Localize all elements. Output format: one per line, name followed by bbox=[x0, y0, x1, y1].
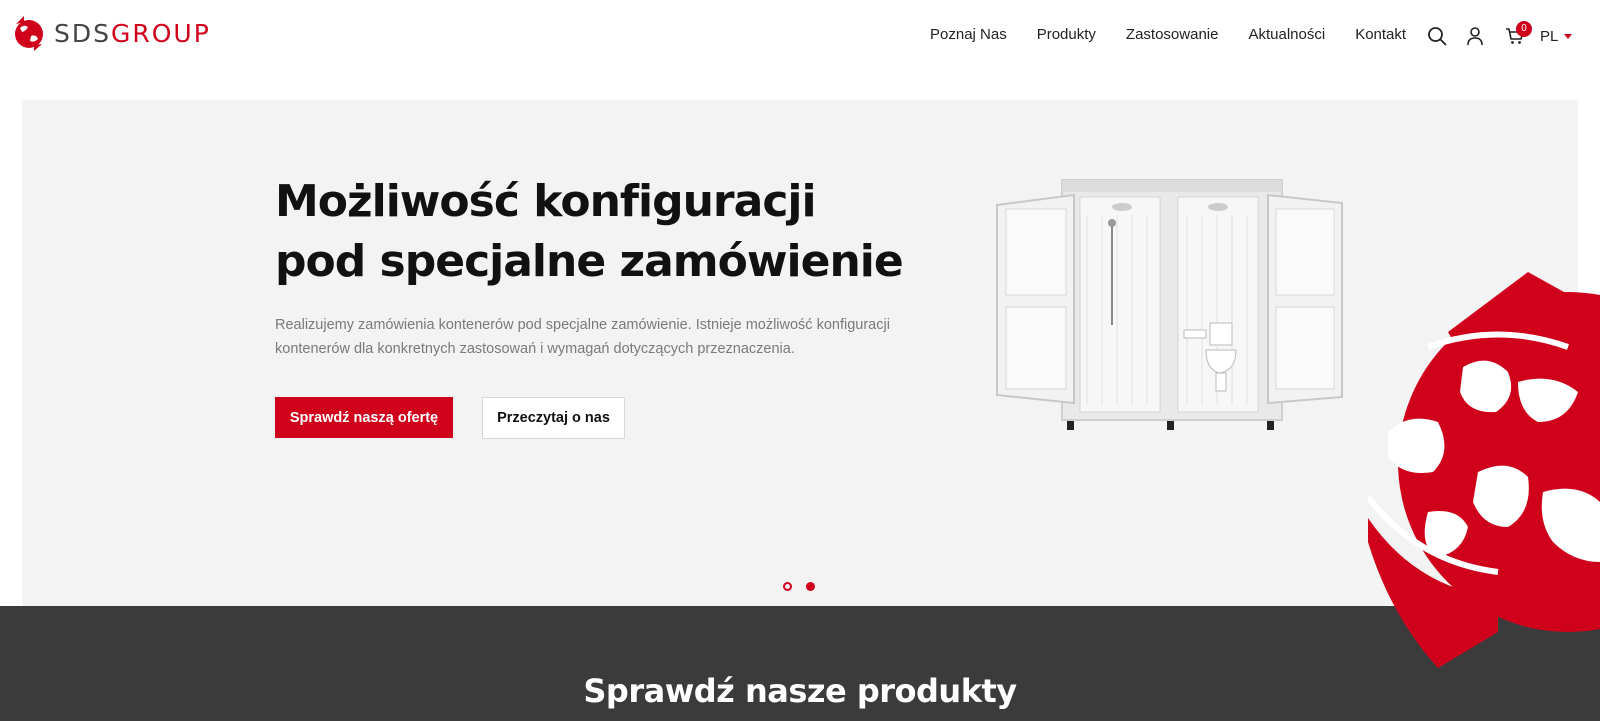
products-section-title: Sprawdź nasze produkty bbox=[583, 672, 1017, 710]
chevron-down-icon bbox=[1564, 33, 1573, 39]
cart-icon[interactable]: 0 bbox=[1504, 21, 1532, 48]
nav-item-produkty[interactable]: Produkty bbox=[1037, 26, 1096, 43]
slider-dot-2[interactable] bbox=[806, 582, 815, 591]
nav-item-zastosowanie[interactable]: Zastosowanie bbox=[1126, 26, 1219, 43]
globe-arrows-icon bbox=[1368, 272, 1600, 668]
logo-globe-icon bbox=[15, 16, 43, 51]
logo[interactable]: SDSGROUP bbox=[12, 14, 211, 52]
nav-item-kontakt[interactable]: Kontakt bbox=[1355, 26, 1406, 43]
products-section: Sprawdź nasze produkty bbox=[0, 606, 1600, 721]
nav-item-aktualnosci[interactable]: Aktualności bbox=[1248, 26, 1325, 43]
language-selector[interactable]: PL bbox=[1540, 27, 1573, 45]
header-icons: 0 PL bbox=[1426, 21, 1573, 48]
site-header: SDSGROUP Poznaj Nas Produkty Zastosowani… bbox=[0, 0, 1600, 72]
search-icon[interactable] bbox=[1426, 24, 1448, 48]
container-product-image bbox=[996, 179, 1343, 430]
hero-slider: Możliwość konfiguracji pod specjalne zam… bbox=[22, 100, 1578, 606]
slider-pagination bbox=[783, 582, 815, 591]
logo-text: SDSGROUP bbox=[54, 18, 211, 48]
cart-count-badge: 0 bbox=[1516, 21, 1532, 37]
language-label: PL bbox=[1540, 27, 1559, 45]
user-icon[interactable] bbox=[1464, 24, 1486, 48]
main-nav: Poznaj Nas Produkty Zastosowanie Aktualn… bbox=[930, 26, 1406, 43]
read-about-us-button[interactable]: Przeczytaj o nas bbox=[482, 397, 625, 439]
slider-dot-1[interactable] bbox=[783, 582, 792, 591]
hero-description: Realizujemy zamówienia kontenerów pod sp… bbox=[275, 317, 890, 357]
nav-item-poznaj-nas[interactable]: Poznaj Nas bbox=[930, 26, 1007, 43]
hero-title: Możliwość konfiguracji pod specjalne zam… bbox=[275, 176, 904, 287]
check-offer-button[interactable]: Sprawdź naszą ofertę bbox=[275, 397, 453, 438]
